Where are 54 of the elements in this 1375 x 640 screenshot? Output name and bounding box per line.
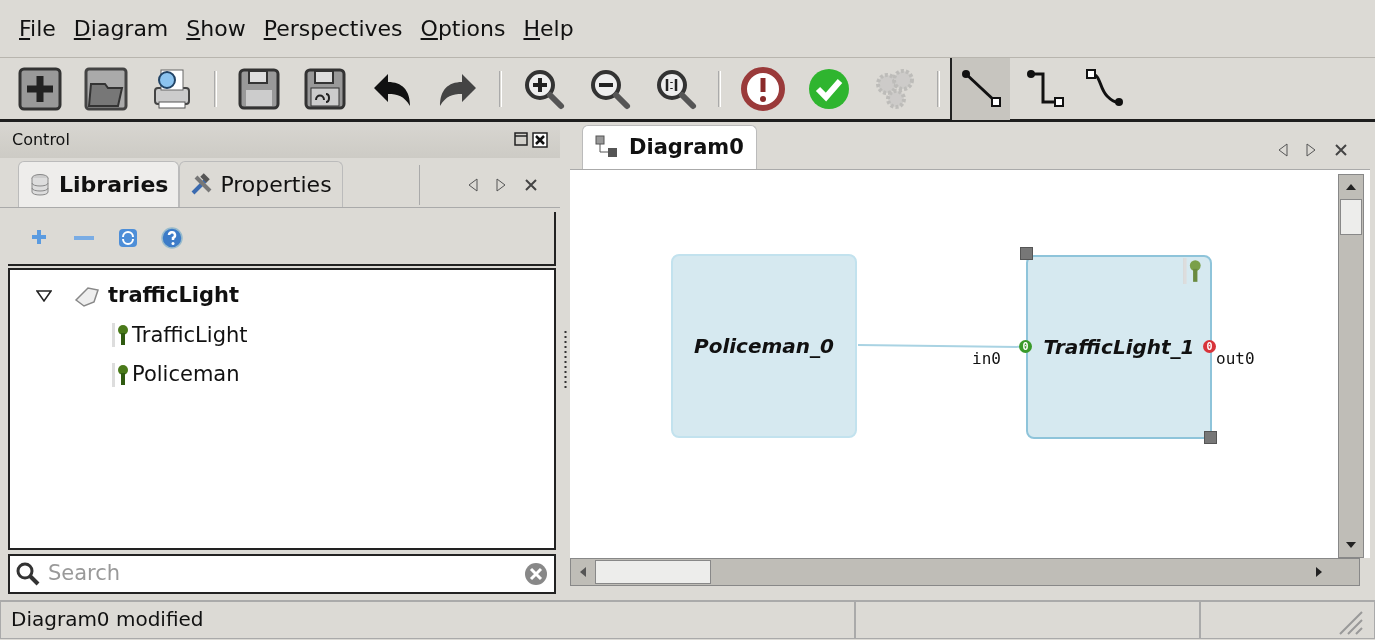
component-icon	[1181, 258, 1203, 284]
close-icon	[532, 132, 548, 148]
horizontal-scrollbar[interactable]	[570, 558, 1360, 586]
tree-item[interactable]: trafficLight	[108, 280, 240, 312]
orthogonal-connector-icon	[1025, 67, 1067, 110]
clear-icon	[524, 562, 548, 586]
folder-icon	[83, 65, 129, 112]
scroll-left-icon	[579, 566, 587, 578]
vertical-scrollbar[interactable]	[1338, 174, 1364, 558]
right-arrow-icon	[496, 177, 506, 192]
menu-item[interactable]: File	[14, 12, 61, 45]
component-icon	[112, 323, 128, 348]
resize-handle[interactable]	[1204, 431, 1217, 444]
resize-handle[interactable]	[1020, 247, 1033, 260]
menu-item[interactable]: Show	[181, 12, 251, 45]
status-text: Diagram0 modified	[11, 607, 204, 631]
panel-title: Control	[12, 129, 70, 151]
left-arrow-icon	[468, 177, 478, 192]
menu-item[interactable]: Diagram	[68, 12, 174, 45]
straight-connector-button[interactable]	[950, 57, 1010, 120]
diagram-tab[interactable]: Diagram0	[582, 124, 757, 169]
tree-item[interactable]: Policeman	[132, 359, 240, 391]
close-icon	[524, 177, 538, 192]
right-arrow-icon	[1306, 142, 1316, 157]
tree-item[interactable]: TrafficLight	[132, 319, 248, 351]
diagram-node[interactable]: Policeman_0	[671, 254, 857, 438]
diagram-icon	[595, 135, 619, 160]
straight-connector-icon	[960, 67, 1002, 110]
panel-tab[interactable]: Properties	[179, 161, 343, 207]
help-icon	[161, 227, 183, 249]
float-icon	[514, 132, 528, 146]
search-icon	[16, 562, 40, 586]
scroll-up-icon	[1345, 183, 1357, 191]
remove-icon	[73, 235, 95, 241]
panel-tab[interactable]: Libraries	[18, 161, 180, 207]
port-label: out0	[1216, 348, 1255, 370]
tools-icon	[190, 172, 213, 197]
database-icon	[29, 172, 51, 197]
menu-item[interactable]: Help	[518, 12, 579, 45]
refresh-icon	[117, 227, 139, 249]
scroll-right-icon	[1315, 566, 1323, 578]
component-icon	[112, 362, 128, 387]
scroll-down-icon	[1345, 541, 1357, 549]
left-arrow-icon	[1278, 142, 1288, 157]
search-field[interactable]: Search	[8, 554, 556, 594]
menu-item[interactable]: Perspectives	[258, 12, 408, 45]
menu-item[interactable]: Options	[415, 12, 511, 45]
plus-icon	[17, 65, 63, 112]
scroll-thumb[interactable]	[595, 560, 711, 584]
port-label: in0	[972, 348, 1001, 370]
scroll-thumb[interactable]	[1340, 199, 1362, 235]
alert-icon	[740, 65, 786, 112]
splitter-handle-icon	[563, 331, 567, 391]
close-icon	[1334, 142, 1348, 157]
